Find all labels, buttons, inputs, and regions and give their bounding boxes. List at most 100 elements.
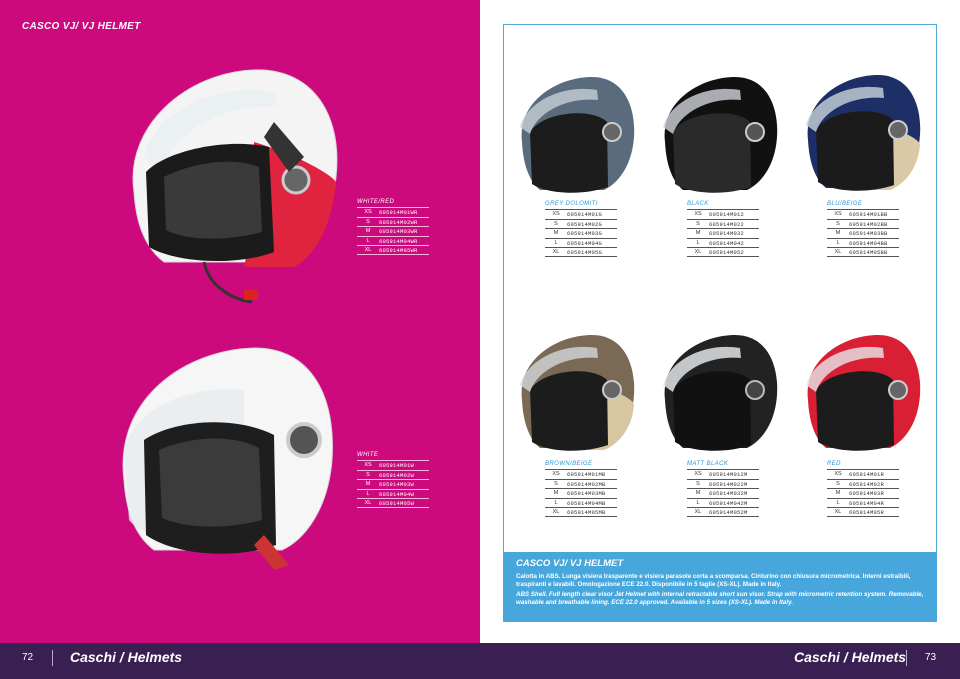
catalog-spread: CASCO VJ/ VJ HELMET WHITE/RED XS 605914M01 <box>0 0 960 679</box>
size-label: XS <box>552 211 560 217</box>
spec-table-white: WHITE XS 605914M01W S 605914M02W M 605914M03W L… <box>357 452 429 508</box>
size-label: XS <box>364 209 372 215</box>
color-name: MATT BLACK <box>687 461 729 467</box>
product-code: 605914M052 <box>709 249 745 257</box>
helmet-image-grey-dolomiti <box>512 72 638 197</box>
product-code: 605914M02G <box>567 220 603 228</box>
product-code: 605914M02R <box>849 480 885 488</box>
size-label: XS <box>364 462 372 468</box>
size-row: S 605914M02BB <box>827 218 899 229</box>
color-name: BLU/BEIGE <box>827 201 863 207</box>
product-code: 605914M04G <box>567 239 603 247</box>
size-row: S 605914M02G <box>545 218 617 229</box>
size-label: M <box>695 230 701 237</box>
product-code: 605914M04WR <box>379 237 418 245</box>
size-row: L 605914M04R <box>827 497 899 508</box>
product-code: 605914M01BB <box>849 211 888 218</box>
spec-table-red: RED XS 605914M01R S 605914M02R M 605914M03R L 60… <box>827 461 899 517</box>
footer-divider-left <box>52 650 53 666</box>
info-text-english: ABS Shell. Full length clear visor Jet H… <box>516 591 924 606</box>
size-row: S 605914M02W <box>357 469 429 480</box>
helmet-image-red <box>798 330 924 455</box>
product-code: 605914M02WR <box>379 218 418 226</box>
size-row: S 605914M02MB <box>545 478 617 489</box>
helmet-image-blu-beige <box>798 70 924 197</box>
color-name: WHITE/RED <box>357 199 395 205</box>
size-label: XS <box>694 471 702 477</box>
product-code: 605914M032M <box>709 490 748 498</box>
color-name: BLACK <box>687 201 709 207</box>
size-label: XL <box>694 509 702 516</box>
product-code: 605914M03W <box>379 481 415 489</box>
size-row: XL 605914M052M <box>687 507 759 517</box>
size-row: M 605914M03WR <box>357 226 429 236</box>
product-code: 605914M04MB <box>567 499 606 507</box>
size-row: XL 605914M05MB <box>545 507 617 517</box>
product-code: 605914M04BB <box>849 239 888 247</box>
size-row: XS 605914M012M <box>687 469 759 479</box>
size-row: XS 605914M01WR <box>357 207 429 217</box>
product-code: 605914M03WR <box>379 228 418 236</box>
product-info-box: CASCO VJ/ VJ HELMET Calotta in ABS. Lung… <box>503 552 937 622</box>
size-label: M <box>365 228 371 235</box>
size-row: XS 605914M01R <box>827 469 899 479</box>
product-code: 605914M03R <box>849 490 885 498</box>
product-code: 605914M05WR <box>379 247 418 255</box>
size-label: S <box>366 471 370 478</box>
size-label: XL <box>364 500 372 507</box>
size-label: S <box>696 220 700 227</box>
product-code: 605914M01R <box>849 471 885 478</box>
size-row: L 605914M04MB <box>545 497 617 508</box>
size-row: XL 605914M052 <box>687 247 759 257</box>
size-label: XL <box>834 509 842 516</box>
product-code: 605914M042M <box>709 499 748 507</box>
product-code: 605914M03BB <box>849 230 888 238</box>
helmet-image-white <box>104 340 336 580</box>
helmet-image-white-red <box>104 62 344 307</box>
size-label: M <box>835 490 841 497</box>
product-code: 605914M01W <box>379 462 415 469</box>
size-row: M 605914M03MB <box>545 488 617 498</box>
size-label: XL <box>834 249 842 256</box>
size-row: L 605914M042 <box>687 237 759 248</box>
size-label: M <box>365 481 371 488</box>
size-row: XS 605914M012 <box>687 209 759 219</box>
size-row: L 605914M04G <box>545 237 617 248</box>
spec-table-grey-dolomiti: GREY DOLOMITI XS 605914M01G S 605914M02G M 605… <box>545 201 617 257</box>
size-label: L <box>366 490 370 497</box>
size-row: S 605914M02R <box>827 478 899 489</box>
product-code: 605914M05BB <box>849 249 888 257</box>
size-row: XL 605914M05R <box>827 507 899 517</box>
size-row: M 605914M032 <box>687 228 759 238</box>
product-code: 605914M03G <box>567 230 603 238</box>
product-code: 605914M022 <box>709 220 745 228</box>
color-name: GREY DOLOMITI <box>545 201 598 207</box>
size-row: M 605914M03W <box>357 479 429 489</box>
size-label: L <box>554 499 558 506</box>
color-name: BROWN/BEIGE <box>545 461 593 467</box>
size-row: XS 605914M01G <box>545 209 617 219</box>
product-code: 605914M022M <box>709 480 748 488</box>
helmet-image-brown-beige <box>512 330 638 455</box>
size-row: S 605914M022 <box>687 218 759 229</box>
size-row: XS 605914M01BB <box>827 209 899 219</box>
size-label: XS <box>834 471 842 477</box>
color-name: RED <box>827 461 841 467</box>
product-code: 605914M02BB <box>849 220 888 228</box>
product-code: 605914M04R <box>849 499 885 507</box>
size-row: L 605914M042M <box>687 497 759 508</box>
size-label: XS <box>834 211 842 217</box>
product-code: 605914M012M <box>709 471 748 478</box>
info-title: CASCO VJ/ VJ HELMET <box>516 558 624 569</box>
size-row: XL 605914M05G <box>545 247 617 257</box>
size-row: S 605914M022M <box>687 478 759 489</box>
spec-table-brown-beige: BROWN/BEIGE XS 605914M01MB S 605914M02MB M 605… <box>545 461 617 517</box>
page-number-left: 72 <box>22 652 34 663</box>
size-row: L 605914M04W <box>357 488 429 499</box>
size-label: S <box>366 218 370 225</box>
helmet-image-matt-black <box>655 330 781 455</box>
size-label: S <box>554 220 558 227</box>
product-code: 605914M052M <box>709 509 748 517</box>
size-label: XS <box>694 211 702 217</box>
size-row: M 605914M03G <box>545 228 617 238</box>
